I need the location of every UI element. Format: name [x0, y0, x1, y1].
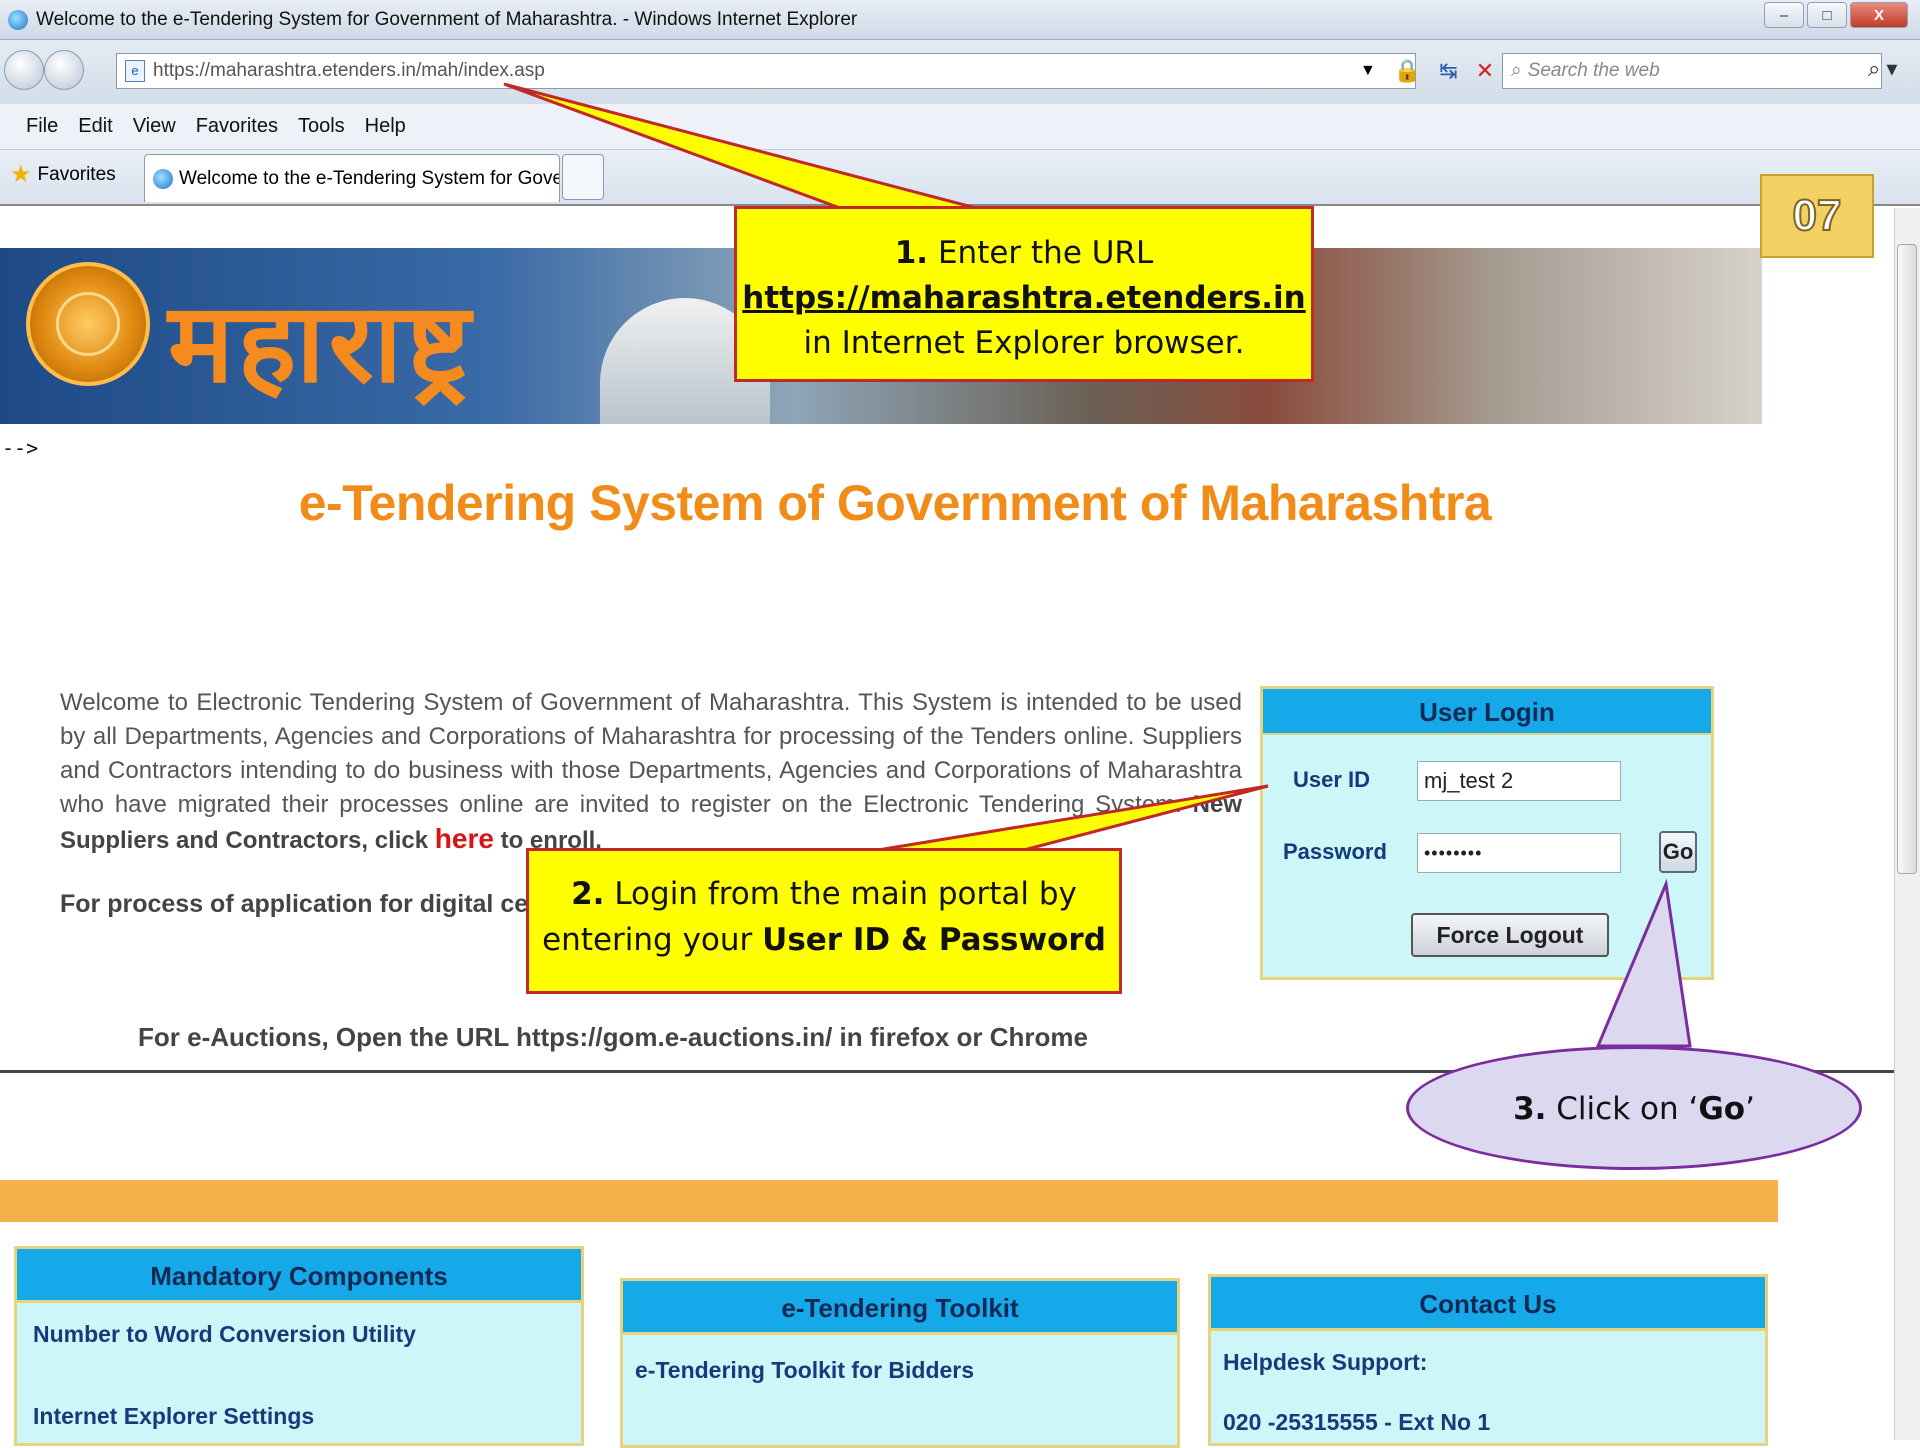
callout2-pointer	[877, 784, 1269, 852]
callout3-bold: Go	[1698, 1091, 1746, 1127]
callout3-pointer	[1595, 878, 1692, 1048]
callout1-number: 1.	[894, 235, 929, 271]
callout2-text: Login from the main portal by	[614, 876, 1077, 912]
callout1-text-2: in Internet Explorer browser.	[803, 325, 1245, 361]
instruction-callout-1: 1. Enter the URL https://maharashtra.ete…	[734, 206, 1314, 382]
callout3-text: Click on ‘	[1556, 1091, 1699, 1127]
callout1-url[interactable]: https://maharashtra.etenders.in	[742, 280, 1306, 316]
callout2-bold: User ID & Password	[762, 922, 1106, 958]
slide-number-badge: 07	[1760, 174, 1874, 258]
callout1-text: Enter the URL	[937, 235, 1154, 271]
callout2-text-2: entering your	[542, 922, 753, 958]
callout1-pointer	[503, 82, 977, 210]
instruction-callout-2: 2. Login from the main portal by enterin…	[526, 848, 1122, 994]
callout3-number: 3.	[1513, 1091, 1547, 1127]
callout3-text-2: ’	[1745, 1091, 1755, 1127]
callout2-number: 2.	[571, 876, 605, 912]
instruction-callout-3: 3. Click on ‘Go’	[1406, 1046, 1862, 1170]
